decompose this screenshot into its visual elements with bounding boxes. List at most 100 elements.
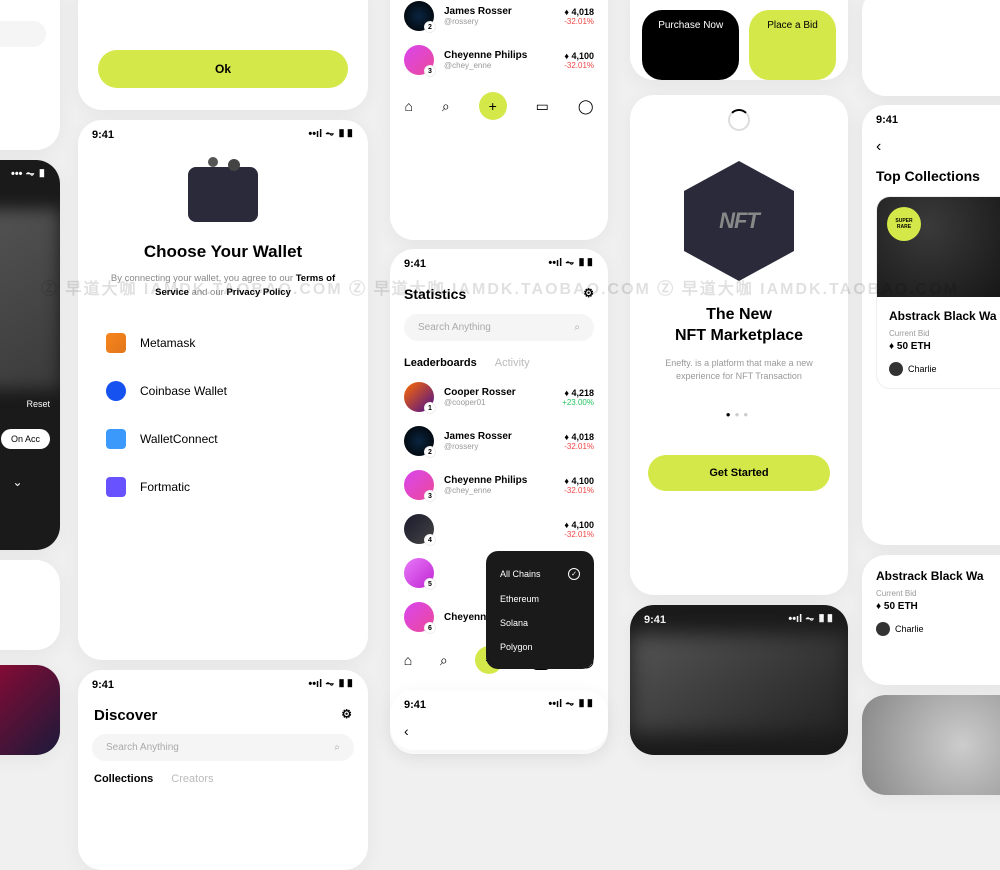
privacy-link[interactable]: Privacy Policy — [226, 287, 290, 298]
nav-home-icon[interactable]: ⌂ — [404, 652, 412, 668]
blurred-content — [0, 209, 60, 389]
bid-label: Current Bid — [889, 329, 1000, 338]
status-bar: 9:41••ıl ⏦ ▮▮ — [78, 670, 368, 699]
collections-screen: 9:41••ıl ⏦ ▮▮ ‹ Top Collections SUPERRAR… — [862, 105, 1000, 545]
dropdown-item[interactable]: Polygon — [500, 635, 580, 659]
coinbase-icon — [106, 381, 126, 401]
collection-card: Collection collection Save — [0, 0, 60, 150]
filter-icon[interactable]: ⚙ — [341, 707, 352, 724]
wallet-item-fortmatic[interactable]: Fortmatic — [106, 463, 340, 511]
nav-profile-icon[interactable]: ◯ — [578, 98, 594, 115]
wallet-item-coinbase[interactable]: Coinbase Wallet — [106, 367, 340, 415]
nft-card[interactable]: SUPERRARE Abstrack Black Wa Current Bid … — [876, 196, 1000, 389]
wallet-item-metamask[interactable]: Metamask — [106, 319, 340, 367]
back-button[interactable]: ‹ — [862, 134, 1000, 160]
statistics-screen: 9:41••ıl ⏦ ▮▮ Statistics ⚙ Search Anythi… — [390, 249, 608, 754]
nav-stats-icon[interactable]: ▭ — [536, 98, 549, 115]
tab-leaderboards[interactable]: Leaderboards — [404, 357, 477, 369]
tab-collections[interactable]: Collections — [94, 773, 153, 785]
ok-card: Ok — [78, 0, 368, 110]
collection-input[interactable]: collection — [0, 21, 46, 47]
top-collections-title: Top Collections — [862, 160, 1000, 196]
onboarding-screen: NFT The NewNFT Marketplace Enefty. is a … — [630, 95, 848, 595]
wallet-list: Metamask Coinbase Wallet WalletConnect F… — [78, 301, 368, 529]
metamask-icon — [106, 333, 126, 353]
nav-search-icon[interactable]: ⌕ — [442, 98, 450, 115]
chip-onacc[interactable]: On Acc — [1, 429, 50, 449]
search-icon: ⌕ — [574, 322, 580, 333]
avatar: 3 — [404, 470, 434, 500]
avatar: 4 — [404, 514, 434, 544]
wallet-illustration — [188, 167, 258, 222]
nav-home-icon[interactable]: ⌂ — [404, 98, 412, 114]
leader-row[interactable]: 4 ♦ 4,100-32.01% — [390, 507, 608, 551]
avatar: 2 — [404, 1, 434, 31]
nft-price: ♦ 50 ETH — [889, 341, 1000, 352]
nav-bar: ⌂ ⌕ + ▭ ◯ — [390, 82, 608, 130]
nav-add-button[interactable]: + — [479, 92, 507, 120]
ok-button[interactable]: Ok — [98, 50, 348, 88]
dropdown-item[interactable]: Solana — [500, 611, 580, 635]
avatar: 3 — [404, 45, 434, 75]
nft-hex-illustration: NFT — [684, 161, 794, 281]
avatar — [889, 362, 903, 376]
chevron-row: ⌄ ⌄ — [0, 459, 60, 505]
search-input[interactable]: Search Anything⌕ — [404, 314, 594, 341]
purchase-button[interactable]: Purchase Now — [642, 10, 739, 80]
dropdown-item[interactable]: All Chains✓ — [500, 561, 580, 587]
avatar — [876, 622, 890, 636]
walletconnect-icon — [106, 429, 126, 449]
wallet-subtitle: By connecting your wallet, you agree to … — [78, 272, 368, 301]
discover-screen: 9:41••ıl ⏦ ▮▮ Discover⚙ Search Anything⌕… — [78, 670, 368, 870]
wallet-title: Choose Your Wallet — [78, 242, 368, 262]
leader-row[interactable]: 2 James Rosser@rossery ♦ 4,018-32.01% — [390, 419, 608, 463]
leader-row[interactable]: 3 Cheyenne Philips@chey_enne ♦ 4,100-32.… — [390, 38, 608, 82]
get-started-button[interactable]: Get Started — [648, 455, 830, 491]
search-icon: ⌕ — [334, 742, 340, 753]
discover-title: Discover⚙ — [78, 699, 368, 734]
dropdown-item[interactable]: Ethereum — [500, 587, 580, 611]
nft-title: Abstrack Black Wa — [889, 309, 1000, 323]
status-bar: ••• ⏦ ▮ — [0, 160, 60, 189]
gradient-card — [0, 665, 60, 755]
fortmatic-icon — [106, 477, 126, 497]
onboarding-subtitle: Enefty. is a platform that make a new ex… — [630, 347, 848, 394]
wallet-item-walletconnect[interactable]: WalletConnect — [106, 415, 340, 463]
nft-title: Abstrack Black Wa — [876, 569, 1000, 583]
collection-title: Collection — [0, 0, 46, 9]
filter-icon[interactable]: ⚙ — [583, 286, 594, 302]
avatar: 2 — [404, 426, 434, 456]
tab-activity[interactable]: Activity — [495, 357, 530, 369]
search-input[interactable]: Search Anything⌕ — [92, 734, 354, 761]
avatar: 6 — [404, 602, 434, 632]
status-bar: 9:41••ıl ⏦ ▮▮ — [862, 105, 1000, 134]
nav-search-icon[interactable]: ⌕ — [440, 652, 448, 669]
peek-screen: 9:41••ıl ⏦ ▮▮ ‹ — [390, 690, 608, 750]
creator[interactable]: Charlie — [876, 622, 924, 636]
status-bar: 9:41••ıl ⏦ ▮▮ — [630, 605, 848, 634]
reset-link[interactable]: Reset — [26, 399, 50, 409]
avatar: 1 — [404, 382, 434, 412]
bid-button[interactable]: Place a Bid — [749, 10, 836, 80]
wave-card — [862, 695, 1000, 795]
chain-dropdown[interactable]: All Chains✓ Ethereum Solana Polygon — [486, 551, 594, 669]
back-arrow[interactable]: ‹ — [390, 719, 608, 743]
leader-row[interactable]: 2 James Rosser@rossery ♦ 4,018-32.01% — [390, 0, 608, 38]
blurred-content — [630, 634, 848, 734]
nft-card-2[interactable]: Abstrack Black Wa Current Bid ♦ 50 ETH C… — [862, 555, 1000, 685]
check-icon: ✓ — [568, 568, 580, 580]
wallet-screen: 9:41••ıl ⏦ ▮▮ Choose Your Wallet By conn… — [78, 120, 368, 660]
bid-label: Current Bid — [876, 589, 1000, 598]
tab-creators[interactable]: Creators — [171, 773, 213, 785]
onboarding-title: The NewNFT Marketplace — [630, 305, 848, 347]
leader-row[interactable]: 1 Cooper Rosser@cooper01 ♦ 4,218+23.00% — [390, 375, 608, 419]
nft-price: ♦ 50 ETH — [876, 601, 1000, 612]
page-dots[interactable]: ●●● — [630, 394, 848, 435]
rare-badge: SUPERRARE — [887, 207, 921, 241]
chevron-down-icon[interactable]: ⌄ — [12, 475, 22, 489]
leader-row[interactable]: 3 Cheyenne Philips@chey_enne ♦ 4,100-32.… — [390, 463, 608, 507]
purchase-card: Purchase Now Place a Bid — [630, 0, 848, 80]
status-bar: 9:41••ıl ⏦ ▮▮ — [390, 690, 608, 719]
creator[interactable]: Charlie — [889, 362, 937, 376]
leaderboard-top: 1 @cooper01 +23.00% 2 James Rosser@rosse… — [390, 0, 608, 240]
